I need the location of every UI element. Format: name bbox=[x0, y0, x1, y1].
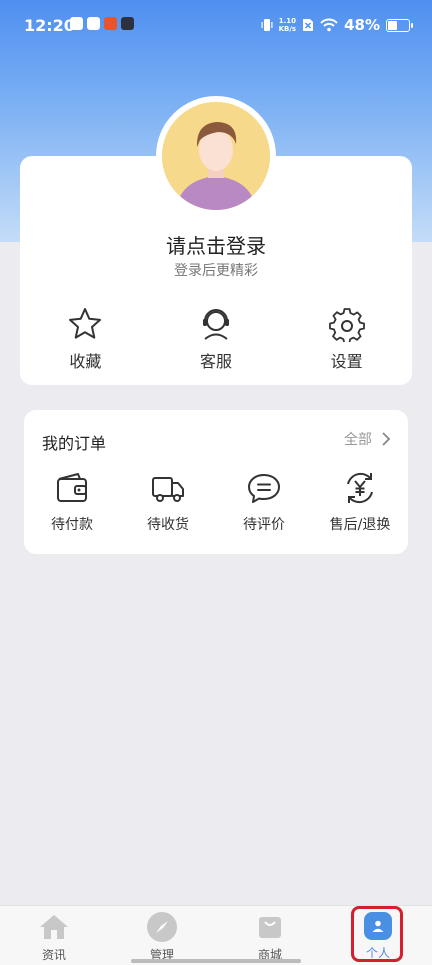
shopping-bag-icon bbox=[255, 912, 285, 942]
network-speed: 1.10 KB/s bbox=[278, 17, 297, 33]
tab-profile-label: 个人 bbox=[365, 946, 390, 960]
tab-news[interactable]: 资讯 bbox=[0, 906, 108, 965]
pending-review-label: 待评价 bbox=[243, 517, 285, 533]
after-sales-label: 售后/退换 bbox=[329, 517, 391, 533]
leaf-app-icon bbox=[70, 17, 83, 30]
sim-off-icon bbox=[303, 19, 314, 31]
user-icon bbox=[364, 912, 392, 940]
default-avatar-illustration bbox=[162, 102, 270, 210]
status-app-icons bbox=[70, 17, 134, 30]
chat-icon bbox=[248, 474, 280, 503]
compass-icon bbox=[147, 912, 177, 942]
favorites-button[interactable]: 收藏 bbox=[20, 306, 151, 372]
pending-review-button[interactable]: 待评价 bbox=[216, 470, 312, 534]
pending-payment-label: 待付款 bbox=[51, 517, 93, 533]
play-app-icon bbox=[121, 17, 134, 30]
settings-label: 设置 bbox=[330, 352, 363, 371]
orders-card: 我的订单 全部 待付款 待收货 待评价 售后/退换 bbox=[24, 410, 408, 554]
view-all-orders-link[interactable]: 全部 bbox=[344, 429, 390, 449]
tab-manage[interactable]: 管理 bbox=[108, 906, 216, 965]
tab-profile[interactable]: 个人 bbox=[324, 906, 432, 965]
red-app-icon bbox=[104, 17, 117, 30]
favorites-label: 收藏 bbox=[69, 352, 102, 371]
status-bar: 12:20 1.10 KB/s 48% bbox=[0, 0, 432, 52]
quick-actions: 收藏 客服 设置 bbox=[20, 306, 412, 372]
status-time: 12:20 bbox=[24, 16, 75, 35]
home-indicator bbox=[131, 959, 301, 963]
pending-payment-button[interactable]: 待付款 bbox=[24, 470, 120, 534]
wallet-icon bbox=[57, 473, 87, 502]
mail-app-icon bbox=[87, 17, 100, 30]
tab-mall[interactable]: 商城 bbox=[216, 906, 324, 965]
chevron-right-icon bbox=[382, 432, 390, 446]
vibrate-icon bbox=[261, 19, 273, 31]
pending-receipt-label: 待收货 bbox=[147, 517, 189, 533]
login-prompt[interactable]: 请点击登录 bbox=[20, 230, 412, 259]
customer-service-label: 客服 bbox=[200, 352, 233, 371]
gear-icon bbox=[328, 308, 365, 342]
bottom-tab-bar: 资讯 管理 商城 个人 bbox=[0, 905, 432, 965]
after-sales-button[interactable]: 售后/退换 bbox=[312, 470, 408, 534]
customer-service-button[interactable]: 客服 bbox=[151, 306, 282, 372]
avatar[interactable] bbox=[156, 96, 276, 216]
status-right: 1.10 KB/s 48% bbox=[261, 16, 413, 34]
battery-icon bbox=[386, 18, 413, 32]
orders-title: 我的订单 bbox=[42, 434, 107, 453]
home-icon bbox=[39, 912, 69, 942]
view-all-label: 全部 bbox=[344, 432, 372, 448]
headset-icon bbox=[203, 309, 229, 340]
settings-button[interactable]: 设置 bbox=[281, 306, 412, 372]
star-icon bbox=[69, 308, 102, 339]
tab-news-label: 资讯 bbox=[41, 948, 66, 962]
truck-icon bbox=[152, 477, 184, 502]
order-status-row: 待付款 待收货 待评价 售后/退换 bbox=[24, 470, 408, 534]
login-subtitle: 登录后更精彩 bbox=[174, 263, 258, 279]
yuan-refresh-icon bbox=[347, 472, 373, 504]
battery-percent: 48% bbox=[344, 16, 380, 34]
pending-receipt-button[interactable]: 待收货 bbox=[120, 470, 216, 534]
wifi-icon bbox=[320, 18, 338, 32]
